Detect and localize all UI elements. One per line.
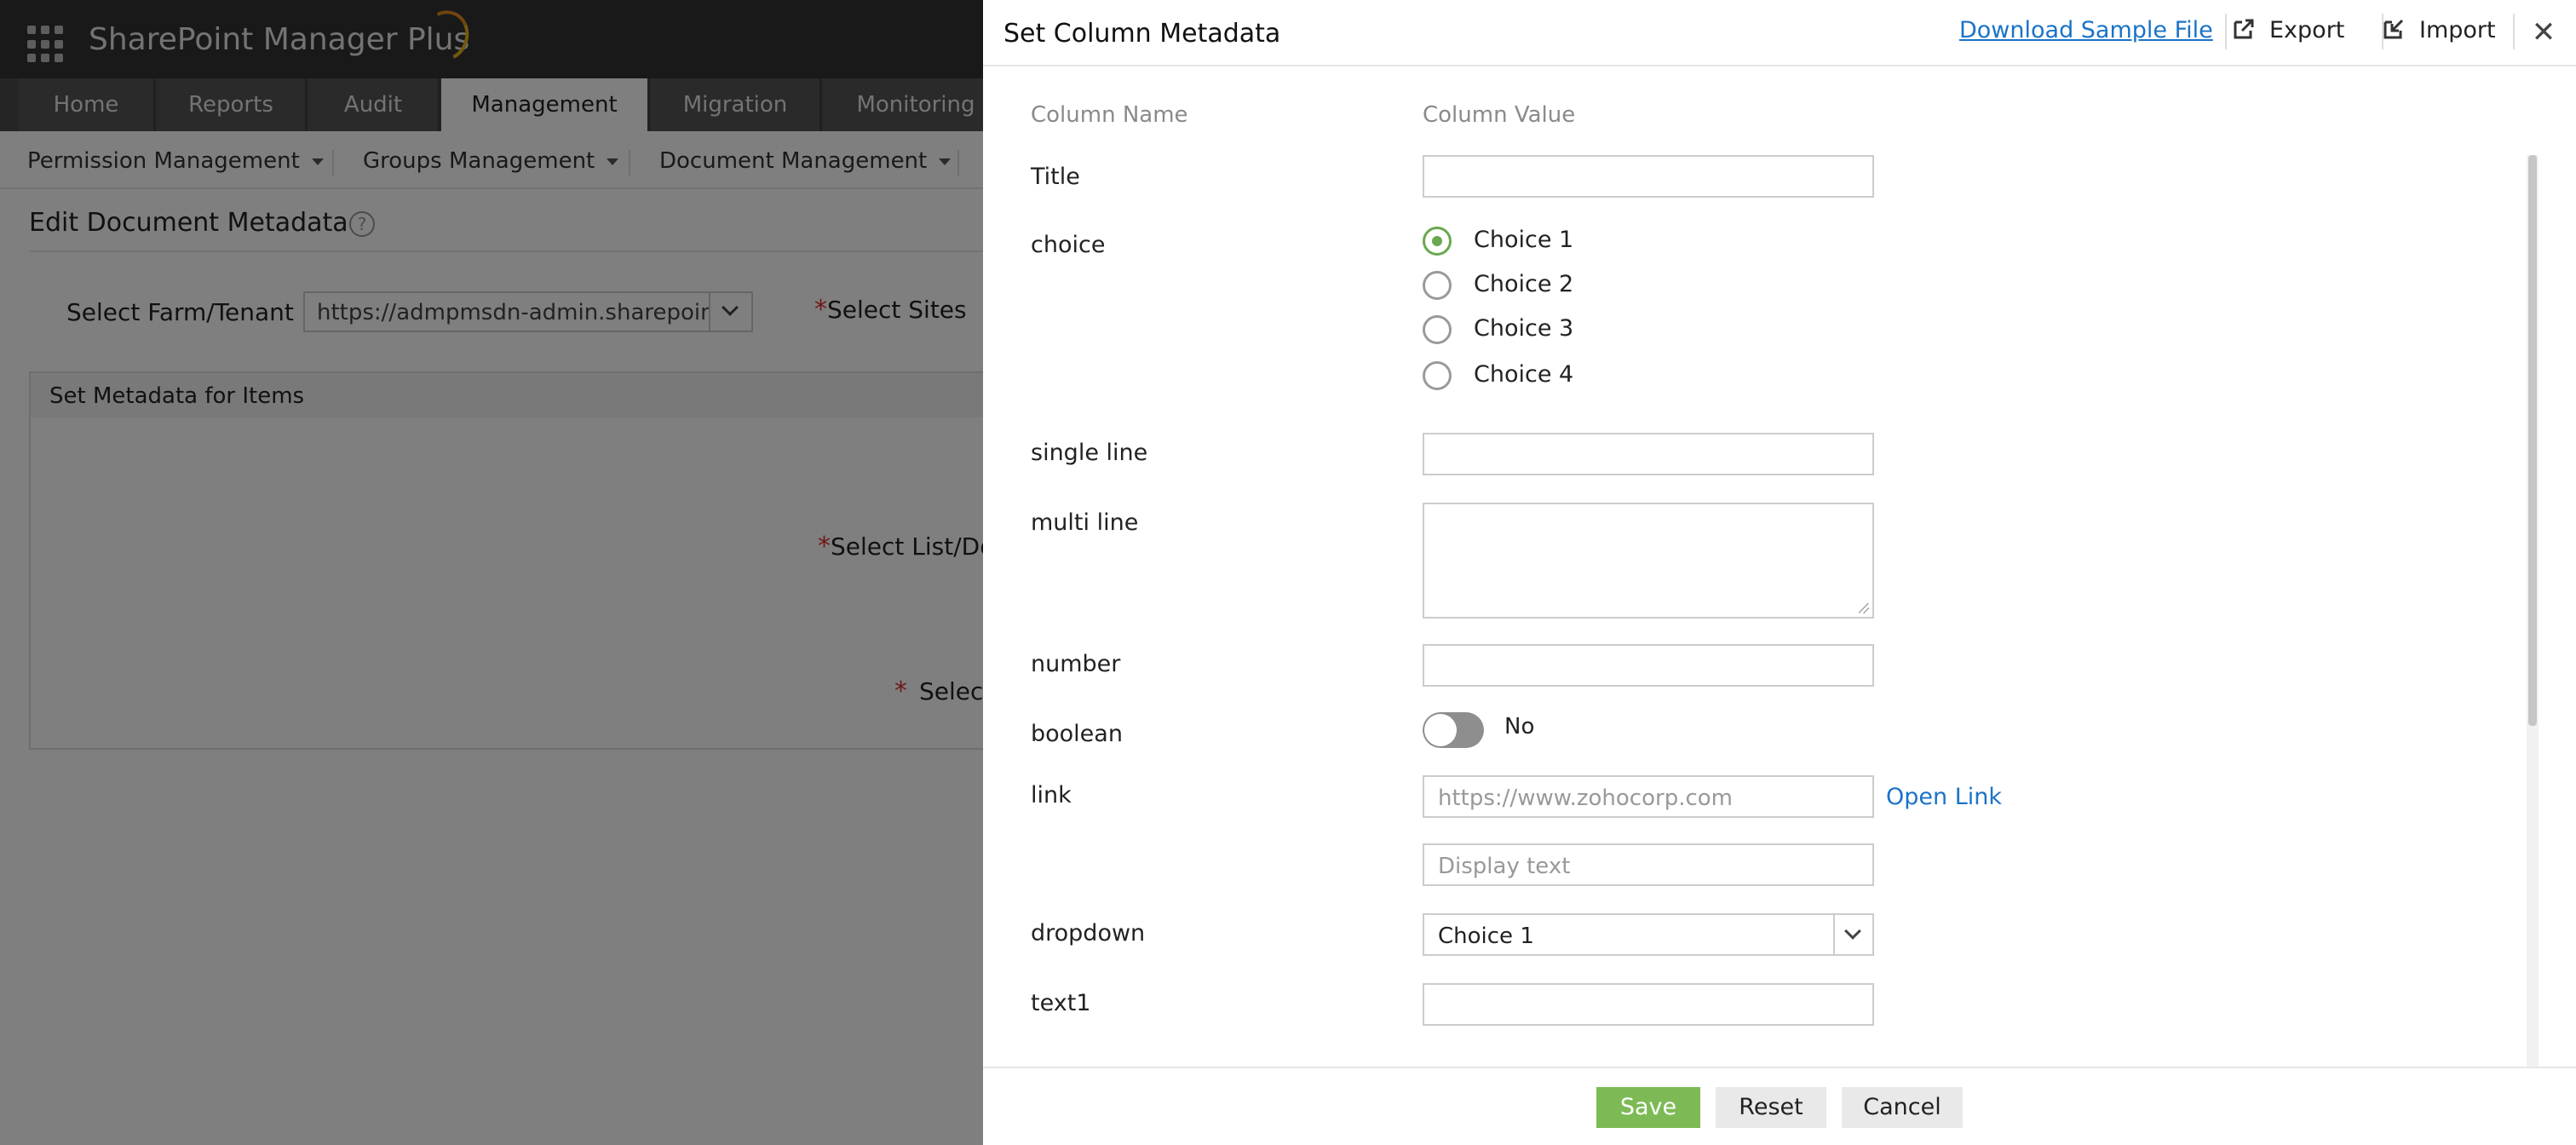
chevron-down-icon [1844,923,1861,940]
choice-option-label: Choice 1 [1474,227,1574,253]
resize-grip-icon[interactable] [1859,603,1869,613]
choice-option-label: Choice 3 [1474,315,1574,342]
export-icon [2232,17,2256,41]
dialog-title: Set Column Metadata [1003,19,1281,49]
divider [2513,14,2515,49]
link-label: link [1031,782,1072,808]
set-column-metadata-dialog: Set Column Metadata Download Sample File… [983,0,2576,1145]
single-line-input[interactable] [1423,433,1874,475]
choice-option-label: Choice 2 [1474,271,1574,297]
choice-option-label: Choice 4 [1474,361,1574,388]
scrollbar-thumb[interactable] [2528,155,2537,726]
divider [983,1067,2576,1068]
download-sample-file-link[interactable]: Download Sample File [1959,17,2213,43]
text1-input[interactable] [1423,983,1874,1026]
reset-button[interactable]: Reset [1716,1087,1826,1128]
close-icon[interactable]: ✕ [2528,17,2559,48]
multi-line-textarea[interactable] [1423,503,1874,619]
radio-icon[interactable] [1423,271,1452,300]
toggle-knob [1424,714,1457,746]
text1-label: text1 [1031,990,1091,1016]
import-button[interactable]: Import [2382,17,2496,43]
column-value-header: Column Value [1423,102,1576,128]
dropdown-value: Choice 1 [1438,923,1534,949]
divider [2225,14,2227,49]
choice-label: choice [1031,232,1106,258]
export-label: Export [2269,17,2345,43]
boolean-value: No [1504,714,1535,739]
link-url-input[interactable]: https://www.zohocorp.com [1423,775,1874,818]
save-button[interactable]: Save [1596,1087,1700,1128]
radio-icon[interactable] [1423,315,1452,344]
multi-line-label: multi line [1031,509,1139,536]
single-line-label: single line [1031,440,1148,466]
radio-icon[interactable] [1423,361,1452,390]
radio-selected-icon[interactable] [1423,227,1452,256]
link-display-text-input[interactable]: Display text [1423,843,1874,886]
export-button[interactable]: Export [2232,17,2344,43]
title-input[interactable] [1423,155,1874,198]
link-url-placeholder: https://www.zohocorp.com [1438,785,1733,811]
dropdown-label: dropdown [1031,920,1146,946]
number-input[interactable] [1423,644,1874,687]
link-display-text-placeholder: Display text [1438,854,1571,879]
import-icon [2382,17,2406,41]
boolean-label: boolean [1031,721,1123,747]
column-name-header: Column Name [1031,102,1188,128]
dialog-header: Set Column Metadata Download Sample File… [983,0,2576,66]
title-label: Title [1031,164,1080,190]
dropdown-arrow[interactable] [1833,915,1872,954]
number-label: number [1031,651,1121,677]
dropdown-select[interactable]: Choice 1 [1423,913,1874,956]
import-label: Import [2419,17,2496,43]
boolean-toggle[interactable] [1423,712,1484,748]
open-link[interactable]: Open Link [1886,784,2002,810]
cancel-button[interactable]: Cancel [1842,1087,1963,1128]
